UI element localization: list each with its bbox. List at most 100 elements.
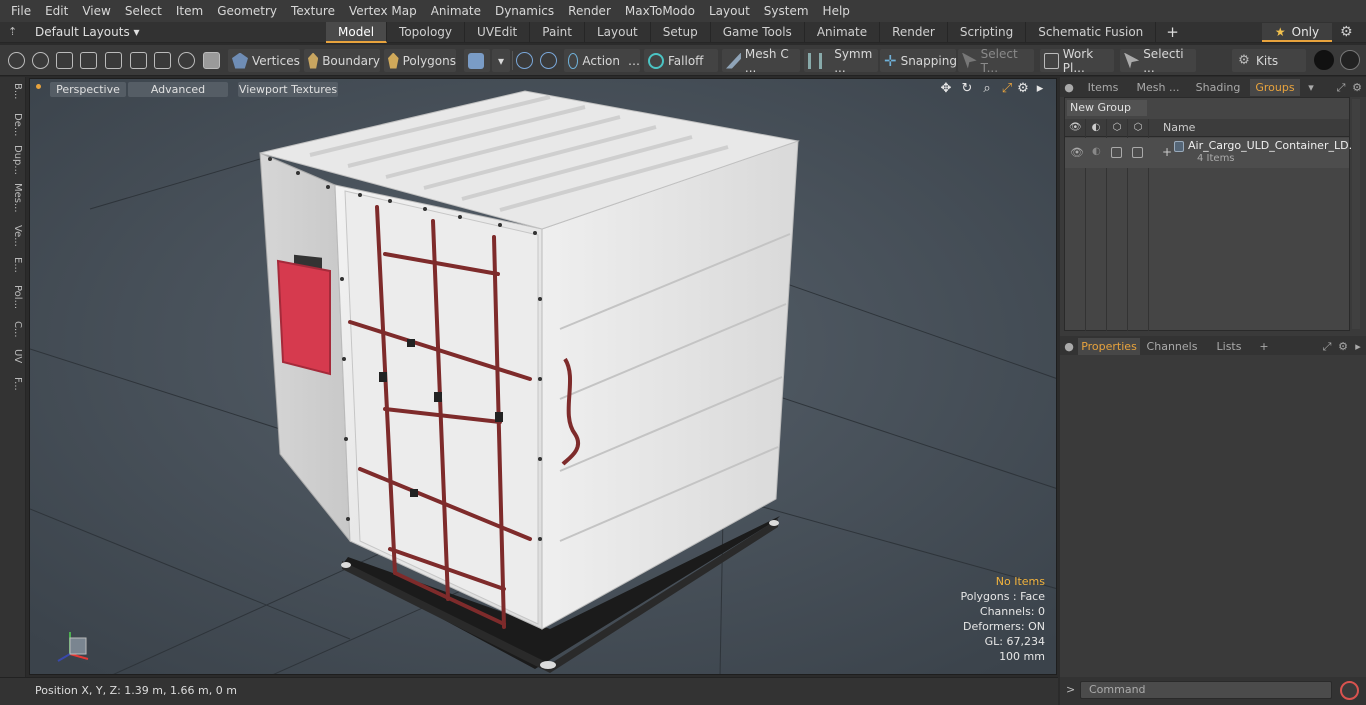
zoom-icon[interactable]: ⌕ bbox=[980, 82, 994, 96]
item-mode-icon[interactable] bbox=[203, 52, 220, 69]
panel-dot-icon[interactable]: ● bbox=[1062, 338, 1076, 355]
visibility-header-icon[interactable]: 👁 bbox=[1069, 122, 1082, 134]
action-center-button[interactable]: Action … bbox=[564, 49, 640, 72]
left-tab-deform[interactable]: De... bbox=[3, 113, 23, 136]
symmetry-x-icon[interactable] bbox=[516, 52, 533, 69]
3d-viewport[interactable]: Perspective Advanced Viewport Textures ✥… bbox=[29, 78, 1057, 675]
lock-header-icon[interactable]: ◐ bbox=[1090, 122, 1102, 134]
menu-layout[interactable]: Layout bbox=[702, 0, 757, 22]
material-mode-button[interactable] bbox=[464, 49, 490, 72]
layout-dropdown[interactable]: Default Layouts ▾ bbox=[35, 25, 140, 39]
left-tab-duplicate[interactable]: Dup... bbox=[3, 145, 23, 175]
boundary-button[interactable]: Boundary bbox=[304, 49, 380, 72]
center-icon[interactable] bbox=[130, 52, 147, 69]
tab-schematic-fusion[interactable]: Schematic Fusion bbox=[1026, 22, 1157, 43]
name-column-header[interactable]: Name bbox=[1163, 121, 1195, 134]
left-tab-edge[interactable]: E... bbox=[3, 257, 23, 273]
tab-shading[interactable]: Shading bbox=[1188, 79, 1248, 96]
menu-select[interactable]: Select bbox=[118, 0, 169, 22]
menu-texture[interactable]: Texture bbox=[284, 0, 342, 22]
kits-button[interactable]: ⚙ Kits bbox=[1232, 49, 1306, 72]
add-panel-tab-button[interactable]: + bbox=[1256, 338, 1272, 355]
panel-expand-icon[interactable]: ⤢ bbox=[1320, 338, 1334, 355]
tab-groups[interactable]: Groups bbox=[1250, 79, 1300, 96]
align-icon[interactable] bbox=[105, 52, 122, 69]
fit-view-icon[interactable]: ⤢ bbox=[1000, 82, 1014, 96]
tab-topology[interactable]: Topology bbox=[387, 22, 466, 43]
command-history-button[interactable] bbox=[1340, 681, 1359, 700]
tab-mesh[interactable]: Mesh ... bbox=[1130, 79, 1186, 96]
tab-lists[interactable]: Lists bbox=[1206, 338, 1252, 355]
command-input[interactable]: Command bbox=[1080, 681, 1332, 699]
mesh-constraint-button[interactable]: Mesh C ... bbox=[722, 47, 800, 75]
panel-settings-icon[interactable]: ⚙ bbox=[1336, 338, 1350, 355]
left-tab-fusion[interactable]: F... bbox=[3, 377, 23, 391]
new-group-button[interactable]: New Group bbox=[1067, 100, 1147, 116]
menu-animate[interactable]: Animate bbox=[424, 0, 488, 22]
groups-scrollbar[interactable] bbox=[1352, 99, 1360, 329]
modo-logo-icon[interactable] bbox=[1314, 50, 1334, 70]
circle-select-icon[interactable] bbox=[8, 52, 25, 69]
menu-help[interactable]: Help bbox=[816, 0, 857, 22]
tab-layout[interactable]: Layout bbox=[585, 22, 651, 43]
brush-icon[interactable] bbox=[80, 52, 97, 69]
symmetry-y-icon[interactable] bbox=[540, 52, 557, 69]
snapping-button[interactable]: ✛ Snapping bbox=[880, 49, 957, 72]
menu-vertex-map[interactable]: Vertex Map bbox=[342, 0, 424, 22]
render-header-icon[interactable]: ⬡ bbox=[1111, 122, 1123, 134]
render-checkbox[interactable] bbox=[1111, 147, 1122, 158]
lock-icon[interactable]: ◐ bbox=[1092, 146, 1101, 157]
viewport-expand-icon[interactable]: ▸ bbox=[1033, 82, 1047, 96]
tab-animate[interactable]: Animate bbox=[805, 22, 881, 43]
tab-items[interactable]: Items bbox=[1078, 79, 1128, 96]
tab-render[interactable]: Render bbox=[880, 22, 948, 43]
tab-uvedit[interactable]: UVEdit bbox=[465, 22, 531, 43]
menu-maxtomodo[interactable]: MaxToModo bbox=[618, 0, 702, 22]
expand-icon[interactable]: + bbox=[1162, 145, 1172, 159]
panel-more-icon[interactable]: ▸ bbox=[1352, 338, 1364, 355]
menu-geometry[interactable]: Geometry bbox=[210, 0, 284, 22]
select-header-icon[interactable]: ⬡ bbox=[1132, 122, 1144, 134]
tab-game-tools[interactable]: Game Tools bbox=[711, 22, 805, 43]
group-row[interactable]: 👁 ◐ + Air_Cargo_ULD_Container_LD... 4 It… bbox=[1065, 138, 1359, 168]
menu-file[interactable]: File bbox=[4, 0, 38, 22]
unreal-icon[interactable] bbox=[1340, 50, 1360, 70]
tab-setup[interactable]: Setup bbox=[651, 22, 711, 43]
viewport-scene[interactable] bbox=[30, 79, 1057, 675]
vertices-button[interactable]: Vertices bbox=[228, 49, 300, 72]
menu-render[interactable]: Render bbox=[561, 0, 618, 22]
tab-scripting[interactable]: Scripting bbox=[948, 22, 1027, 43]
menu-system[interactable]: System bbox=[757, 0, 816, 22]
menu-item[interactable]: Item bbox=[169, 0, 210, 22]
tab-properties[interactable]: Properties bbox=[1078, 338, 1140, 355]
only-button[interactable]: ★ Only bbox=[1262, 23, 1332, 42]
symmetry-button[interactable]: Symm ... bbox=[804, 47, 878, 75]
select-through-button[interactable]: Select T... bbox=[958, 47, 1034, 75]
tabs-dropdown-icon[interactable]: ▾ bbox=[1304, 79, 1318, 96]
select-checkbox[interactable] bbox=[1132, 147, 1143, 158]
advanced-button[interactable]: Advanced bbox=[128, 82, 228, 97]
eye-icon[interactable]: 👁 bbox=[1070, 146, 1084, 159]
left-tab-curve[interactable]: C... bbox=[3, 321, 23, 338]
perspective-button[interactable]: Perspective bbox=[50, 82, 126, 97]
add-tab-button[interactable]: + bbox=[1156, 22, 1189, 43]
gear-icon[interactable]: ⚙ bbox=[1340, 24, 1353, 40]
falloff-button[interactable]: Falloff bbox=[644, 49, 718, 72]
menu-view[interactable]: View bbox=[75, 0, 117, 22]
viewport-textures-button[interactable]: Viewport Textures bbox=[238, 82, 338, 97]
polygons-button[interactable]: Polygons bbox=[384, 49, 456, 72]
viewport-settings-icon[interactable]: ⚙ bbox=[1016, 82, 1030, 96]
pin-icon[interactable]: ⇡ bbox=[8, 25, 17, 38]
left-tab-vertex[interactable]: Ve... bbox=[3, 225, 23, 247]
panel-dot-icon[interactable]: ● bbox=[1062, 79, 1076, 96]
pan-icon[interactable]: ✥ bbox=[939, 82, 953, 96]
mode-dropdown[interactable]: ▾ bbox=[492, 49, 510, 72]
rotate-view-icon[interactable]: ↻ bbox=[960, 82, 974, 96]
pen-icon[interactable] bbox=[56, 52, 73, 69]
left-tab-mesh-edit[interactable]: Mes... bbox=[3, 183, 23, 213]
panel-expand-icon[interactable]: ⤢ bbox=[1334, 79, 1348, 96]
menu-edit[interactable]: Edit bbox=[38, 0, 75, 22]
menu-dynamics[interactable]: Dynamics bbox=[488, 0, 561, 22]
tab-channels[interactable]: Channels bbox=[1142, 338, 1202, 355]
snap-grid-icon[interactable] bbox=[154, 52, 171, 69]
